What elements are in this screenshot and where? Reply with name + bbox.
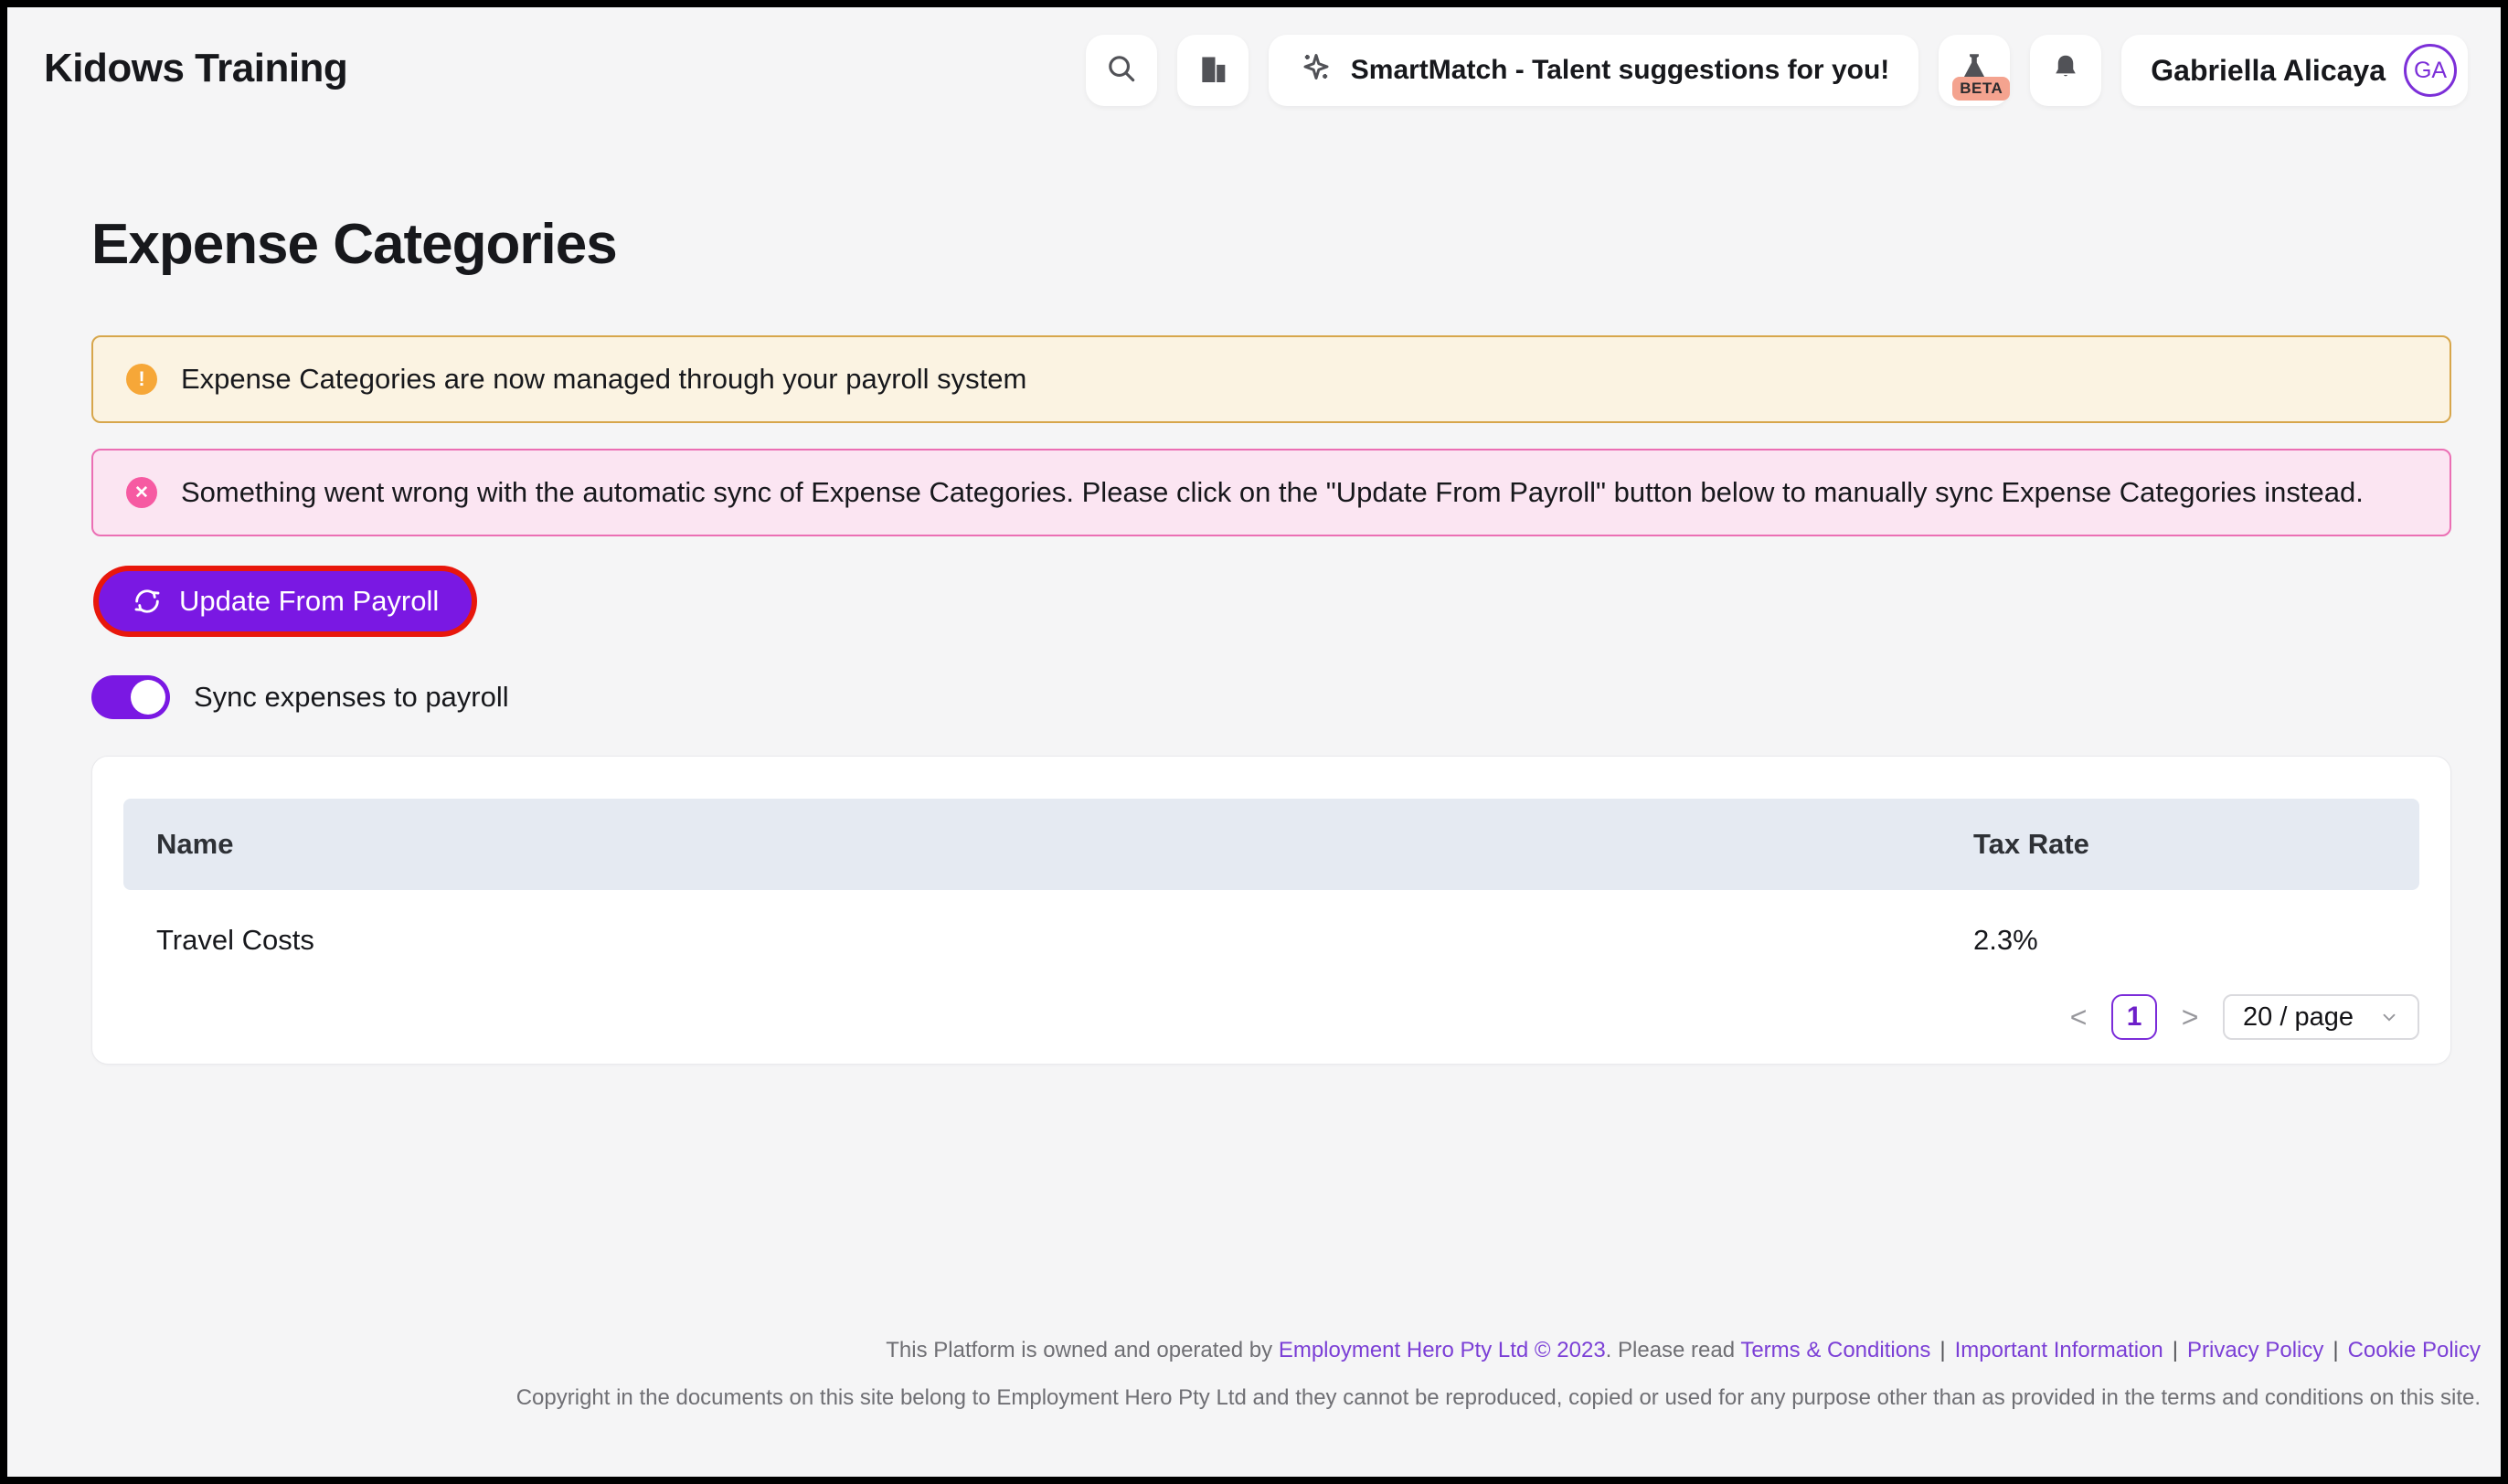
organisation-button[interactable]: [1177, 35, 1249, 106]
cookie-policy-link[interactable]: Cookie Policy: [2348, 1338, 2481, 1362]
top-bar: Kidows Training: [7, 7, 2501, 106]
search-button[interactable]: [1086, 35, 1157, 106]
sync-toggle-label: Sync expenses to payroll: [194, 681, 509, 714]
footer-separator: |: [2333, 1338, 2338, 1362]
brand-logo: Kidows Training: [44, 35, 347, 91]
notifications-button[interactable]: [2030, 35, 2101, 106]
table-header-row: Name Tax Rate: [123, 799, 2419, 890]
toggle-knob: [131, 680, 165, 715]
smartmatch-button[interactable]: SmartMatch - Talent suggestions for you!: [1269, 35, 1919, 106]
column-header-tax-rate: Tax Rate: [1973, 828, 2419, 861]
update-from-payroll-button[interactable]: Update From Payroll: [99, 571, 472, 631]
warning-icon: !: [126, 364, 157, 395]
footer-separator: |: [1939, 1338, 1945, 1362]
sync-expenses-toggle[interactable]: [91, 675, 170, 719]
sync-toggle-row: Sync expenses to payroll: [91, 675, 2451, 719]
footer-ownership-text: This Platform is owned and operated by: [886, 1338, 1279, 1362]
pagination-page-1[interactable]: 1: [2111, 994, 2157, 1040]
chevron-down-icon: [2379, 1007, 2399, 1027]
avatar: GA: [2404, 44, 2457, 97]
beta-labs-button[interactable]: BETA: [1939, 35, 2010, 106]
page-size-value: 20 / page: [2243, 1002, 2354, 1033]
beta-badge: BETA: [1952, 77, 2010, 101]
error-icon: ✕: [126, 477, 157, 508]
page-size-select[interactable]: 20 / page: [2223, 994, 2419, 1040]
user-name: Gabriella Alicaya: [2151, 54, 2386, 88]
page-title: Expense Categories: [91, 212, 2451, 277]
cell-tax-rate: 2.3%: [1973, 924, 2419, 957]
expense-categories-card: Name Tax Rate Travel Costs 2.3% < 1 > 20…: [91, 756, 2451, 1065]
refresh-icon: [132, 586, 163, 617]
smartmatch-label: SmartMatch - Talent suggestions for you!: [1351, 55, 1890, 86]
column-header-name: Name: [123, 828, 1973, 861]
pagination-next-button[interactable]: >: [2177, 1001, 2203, 1034]
error-banner-text: Something went wrong with the automatic …: [181, 476, 2364, 509]
building-icon: [1195, 50, 1231, 91]
footer: This Platform is owned and operated by E…: [7, 1338, 2501, 1411]
footer-copyright-text: Copyright in the documents on this site …: [27, 1385, 2481, 1411]
update-from-payroll-label: Update From Payroll: [179, 585, 439, 618]
footer-please-read-text: . Please read: [1606, 1338, 1741, 1362]
pagination-prev-button[interactable]: <: [2066, 1001, 2091, 1034]
warning-banner: ! Expense Categories are now managed thr…: [91, 335, 2451, 423]
table-row: Travel Costs 2.3%: [123, 890, 2419, 991]
pagination: < 1 > 20 / page: [123, 994, 2419, 1040]
error-banner: ✕ Something went wrong with the automati…: [91, 449, 2451, 536]
privacy-policy-link[interactable]: Privacy Policy: [2187, 1338, 2323, 1362]
sparkles-icon: [1298, 48, 1334, 92]
bell-icon: [2048, 51, 2083, 90]
search-icon: [1104, 51, 1139, 90]
terms-conditions-link[interactable]: Terms & Conditions: [1740, 1338, 1930, 1362]
important-information-link[interactable]: Important Information: [1955, 1338, 2163, 1362]
employment-hero-link[interactable]: Employment Hero Pty Ltd © 2023: [1279, 1338, 1606, 1362]
main-content: Expense Categories ! Expense Categories …: [7, 212, 2501, 1065]
warning-banner-text: Expense Categories are now managed throu…: [181, 363, 1026, 396]
user-menu[interactable]: Gabriella Alicaya GA: [2121, 35, 2468, 106]
top-bar-actions: SmartMatch - Talent suggestions for you!…: [1086, 35, 2468, 106]
footer-separator: |: [2173, 1338, 2178, 1362]
cell-name: Travel Costs: [123, 924, 1973, 957]
